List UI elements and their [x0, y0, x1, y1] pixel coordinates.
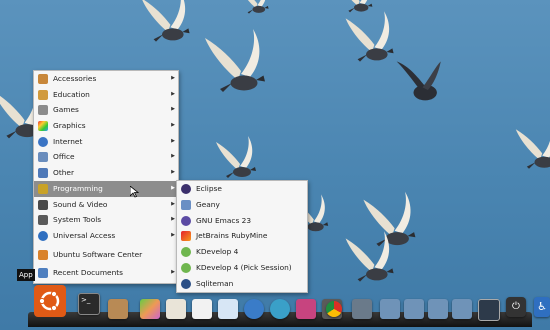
menu-item-label: Sound & Video [53, 199, 108, 209]
submenu-arrow-icon: ▶ [171, 231, 175, 238]
rubymine-icon [181, 231, 191, 242]
menu-item-label: Ubuntu Software Center [53, 249, 143, 259]
menu-item-other[interactable]: Other ▶ [34, 165, 178, 181]
image-viewer-icon[interactable] [140, 299, 160, 319]
emacs-icon [181, 215, 191, 226]
document-icon[interactable] [166, 299, 186, 319]
education-icon [38, 89, 48, 100]
graphics-icon [38, 121, 48, 132]
kdevelop-icon [181, 247, 191, 258]
ubuntu-logo-icon [38, 290, 60, 312]
games-icon [38, 105, 48, 116]
menu-item-label: Graphics [53, 121, 86, 131]
menu-item-label: Geany [196, 199, 220, 209]
menu-item-system-tools[interactable]: System Tools ▶ [34, 212, 178, 228]
menu-item-label: Universal Access [53, 230, 116, 240]
browser-icon[interactable] [244, 299, 264, 319]
menu-item-label: Games [53, 105, 79, 115]
download-icon[interactable] [428, 299, 448, 319]
menu-item-label: Other [53, 168, 74, 178]
geany-icon [181, 199, 191, 210]
menu-item-label: Programming [53, 183, 103, 193]
menu-item-label: Office [53, 152, 75, 162]
menu-item-label: Education [53, 89, 90, 99]
submenu-arrow-icon: ▶ [171, 106, 175, 113]
accessories-icon [38, 74, 48, 84]
submenu-arrow-icon: ▶ [171, 269, 175, 276]
menu-item-accessories[interactable]: Accessories ▶ [34, 71, 178, 87]
menu-item-label: Internet [53, 136, 83, 146]
folder-icon[interactable] [404, 299, 424, 319]
kdevelop-session-icon [181, 262, 191, 273]
ubuntu-menu-button[interactable] [34, 285, 66, 317]
menu-item-universal-access[interactable]: Universal Access ▶ [34, 228, 178, 244]
menu-item-sound-video[interactable]: Sound & Video ▶ [34, 197, 178, 213]
submenu-arrow-icon: ▶ [171, 153, 175, 160]
office-icon [38, 152, 48, 163]
terminal-icon[interactable]: >_ [78, 293, 100, 315]
presentation-icon[interactable] [218, 299, 238, 319]
submenu-item-rubymine[interactable]: JetBrains RubyMine [177, 228, 307, 244]
menu-item-label: KDevelop 4 (Pick Session) [196, 262, 292, 272]
sound-video-icon [38, 199, 48, 210]
mouse-pointer-icon [130, 186, 139, 198]
menu-item-internet[interactable]: Internet ▶ [34, 134, 178, 150]
universal-access-icon [38, 230, 48, 241]
menu-item-label: Recent Documents [53, 268, 124, 278]
submenu-arrow-icon: ▶ [171, 216, 175, 223]
archive-icon[interactable] [108, 299, 128, 319]
eclipse-icon [181, 184, 191, 194]
submenu-item-gnu-emacs[interactable]: GNU Emacs 23 [177, 213, 307, 229]
power-icon[interactable]: ⏻ [506, 297, 526, 317]
submenu-item-kdevelop[interactable]: KDevelop 4 [177, 244, 307, 260]
workspace-icon[interactable] [352, 299, 372, 319]
menu-item-label: System Tools [53, 215, 102, 225]
submenu-arrow-icon: ▶ [171, 90, 175, 97]
programming-submenu: Eclipse Geany GNU Emacs 23 JetBrains Rub… [176, 180, 308, 293]
globe-icon[interactable] [270, 299, 290, 319]
home-folder-icon[interactable] [380, 299, 400, 319]
tooltip: App [17, 269, 35, 281]
internet-icon [38, 136, 48, 147]
menu-item-label: Accessories [53, 74, 97, 83]
menu-item-office[interactable]: Office ▶ [34, 149, 178, 165]
dock: >_ ⏻ ♿ [28, 285, 550, 327]
submenu-item-eclipse[interactable]: Eclipse [177, 181, 307, 197]
submenu-arrow-icon: ▶ [171, 75, 175, 81]
trash-icon[interactable] [452, 299, 472, 319]
submenu-item-kdevelop-session[interactable]: KDevelop 4 (Pick Session) [177, 260, 307, 276]
recent-documents-icon [38, 268, 48, 279]
menu-item-graphics[interactable]: Graphics ▶ [34, 118, 178, 134]
other-icon [38, 168, 48, 179]
menu-item-label: JetBrains RubyMine [196, 231, 268, 241]
menu-item-games[interactable]: Games ▶ [34, 102, 178, 118]
menu-item-programming[interactable]: Programming ▶ [34, 180, 178, 197]
text-editor-icon[interactable] [192, 299, 212, 319]
accessibility-icon[interactable]: ♿ [534, 297, 550, 317]
submenu-arrow-icon: ▶ [171, 184, 175, 191]
menu-item-ubuntu-software-center[interactable]: Ubuntu Software Center [34, 247, 178, 263]
submenu-arrow-icon: ▶ [171, 169, 175, 176]
software-center-icon [38, 249, 48, 260]
system-tools-icon [38, 215, 48, 226]
chrome-icon[interactable] [326, 301, 342, 317]
desktop-icon[interactable] [478, 299, 500, 321]
submenu-arrow-icon: ▶ [171, 200, 175, 207]
submenu-item-geany[interactable]: Geany [177, 197, 307, 213]
menu-item-education[interactable]: Education ▶ [34, 87, 178, 103]
menu-item-label: GNU Emacs 23 [196, 215, 252, 225]
media-player-icon[interactable] [296, 299, 316, 319]
submenu-arrow-icon: ▶ [171, 122, 175, 129]
menu-item-label: KDevelop 4 [196, 247, 239, 257]
menu-item-label: Eclipse [196, 184, 222, 193]
programming-icon [38, 183, 48, 194]
applications-menu: Accessories ▶ Education ▶ Games ▶ Graphi… [33, 70, 179, 284]
menu-item-recent-documents[interactable]: Recent Documents ▶ [34, 265, 178, 281]
submenu-arrow-icon: ▶ [171, 137, 175, 144]
